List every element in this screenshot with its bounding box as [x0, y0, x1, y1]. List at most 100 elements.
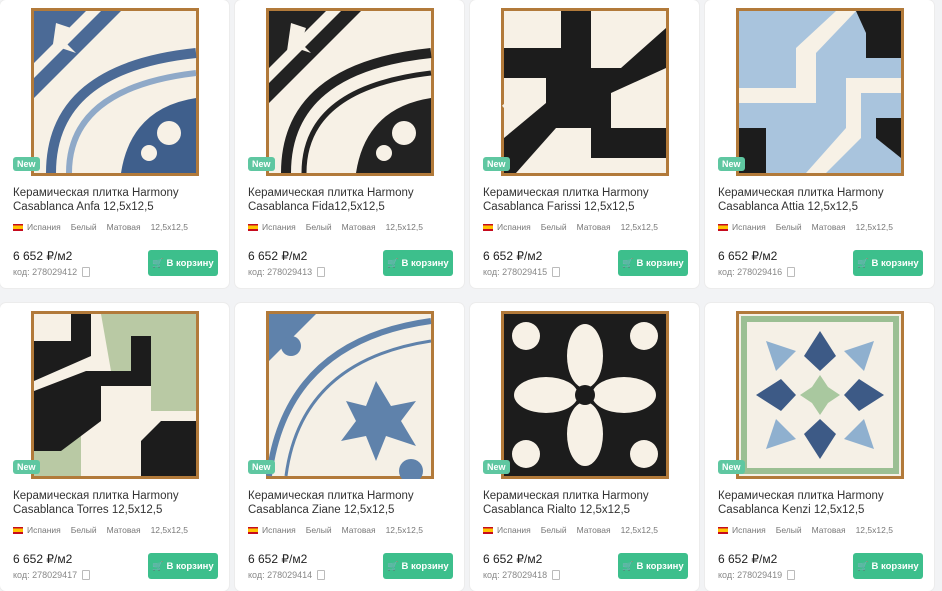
attr-finish: Матовая [811, 525, 846, 535]
title-line: Casablanca Ziane 12,5x12,5 [248, 504, 395, 516]
product-title[interactable]: Керамическая плитка Harmony Casablanca K… [718, 489, 923, 517]
attr-size: 12,5x12,5 [620, 525, 658, 535]
product-card[interactable]: New Керамическая плитка Harmony Casablan… [470, 303, 699, 591]
copy-icon[interactable] [317, 570, 326, 580]
product-title[interactable]: Керамическая плитка Harmony Casablanca F… [483, 186, 688, 214]
product-image[interactable] [736, 8, 904, 176]
attr-color: Белый [70, 222, 97, 232]
spain-flag-icon [483, 223, 493, 231]
product-price: 6 652 ₽/м2 [718, 249, 778, 263]
add-to-cart-button[interactable]: 🛒 В корзину [618, 250, 688, 276]
copy-icon[interactable] [787, 570, 796, 580]
copy-icon[interactable] [787, 267, 796, 277]
cart-icon: 🛒 [152, 257, 164, 268]
code-prefix: код: [248, 570, 265, 580]
copy-icon[interactable] [82, 267, 91, 277]
title-line: Casablanca Attia 12,5x12,5 [718, 201, 859, 213]
product-price: 6 652 ₽/м2 [248, 249, 308, 263]
product-attributes: Испания Белый Матовая 12,5x12,5 [248, 525, 433, 535]
cart-button-label: В корзину [401, 560, 449, 572]
product-image[interactable] [501, 8, 669, 176]
title-line: Керамическая плитка Harmony [718, 187, 884, 199]
attr-country: Испания [27, 222, 61, 232]
product-code: код: 278029416 [718, 267, 796, 277]
title-line: Керамическая плитка Harmony [248, 187, 414, 199]
attr-size: 12,5x12,5 [855, 222, 893, 232]
product-card[interactable]: New Керамическая плитка Harmony Casablan… [705, 0, 934, 288]
attr-finish: Матовая [106, 525, 141, 535]
code-prefix: код: [248, 267, 265, 277]
add-to-cart-button[interactable]: 🛒 В корзину [853, 553, 923, 579]
product-image[interactable] [501, 311, 669, 479]
attr-color: Белый [305, 222, 332, 232]
attr-country: Испания [497, 525, 531, 535]
add-to-cart-button[interactable]: 🛒 В корзину [618, 553, 688, 579]
product-code: код: 278029414 [248, 570, 326, 580]
product-image[interactable] [266, 311, 434, 479]
new-badge: New [718, 157, 745, 171]
copy-icon[interactable] [552, 570, 561, 580]
copy-icon[interactable] [552, 267, 561, 277]
new-badge: New [718, 460, 745, 474]
product-grid: New Керамическая плитка Harmony Casablan… [0, 0, 942, 591]
product-code: код: 278029417 [13, 570, 91, 580]
cart-icon: 🛒 [152, 560, 164, 571]
product-image[interactable] [266, 8, 434, 176]
cart-button-label: В корзину [401, 257, 449, 269]
spain-flag-icon [718, 526, 728, 534]
spain-flag-icon [13, 223, 23, 231]
product-title[interactable]: Керамическая плитка Harmony Casablanca F… [248, 186, 453, 214]
new-badge: New [13, 460, 40, 474]
add-to-cart-button[interactable]: 🛒 В корзину [148, 250, 218, 276]
attr-size: 12,5x12,5 [150, 525, 188, 535]
attr-color: Белый [305, 525, 332, 535]
code-prefix: код: [483, 267, 500, 277]
add-to-cart-button[interactable]: 🛒 В корзину [383, 250, 453, 276]
product-title[interactable]: Керамическая плитка Harmony Casablanca Z… [248, 489, 453, 517]
cart-icon: 🛒 [387, 257, 399, 268]
add-to-cart-button[interactable]: 🛒 В корзину [148, 553, 218, 579]
spain-flag-icon [483, 526, 493, 534]
attr-size: 12,5x12,5 [150, 222, 188, 232]
product-card[interactable]: New Керамическая плитка Harmony Casablan… [235, 0, 464, 288]
product-card[interactable]: New Керамическая плитка Harmony Casablan… [235, 303, 464, 591]
code-value: 278029418 [502, 570, 548, 580]
product-attributes: Испания Белый Матовая 12,5x12,5 [13, 525, 198, 535]
attr-country: Испания [497, 222, 531, 232]
code-value: 278029419 [737, 570, 783, 580]
copy-icon[interactable] [82, 570, 91, 580]
new-badge: New [483, 460, 510, 474]
attr-size: 12,5x12,5 [855, 525, 893, 535]
product-image[interactable] [736, 311, 904, 479]
product-card[interactable]: New Керамическая плитка Harmony Casablan… [0, 303, 229, 591]
product-image[interactable] [31, 8, 199, 176]
product-card[interactable]: New Керамическая плитка Harmony Casablan… [0, 0, 229, 288]
product-title[interactable]: Керамическая плитка Harmony Casablanca R… [483, 489, 688, 517]
product-title[interactable]: Керамическая плитка Harmony Casablanca A… [13, 186, 218, 214]
product-image[interactable] [31, 311, 199, 479]
product-code: код: 278029412 [13, 267, 91, 277]
code-value: 278029415 [502, 267, 548, 277]
code-value: 278029416 [737, 267, 783, 277]
product-attributes: Испания Белый Матовая 12,5x12,5 [483, 222, 668, 232]
attr-finish: Матовая [341, 222, 376, 232]
product-code: код: 278029415 [483, 267, 561, 277]
attr-size: 12,5x12,5 [385, 525, 423, 535]
product-card[interactable]: New Керамическая плитка Harmony Casablan… [705, 303, 934, 591]
product-attributes: Испания Белый Матовая 12,5x12,5 [13, 222, 198, 232]
product-title[interactable]: Керамическая плитка Harmony Casablanca A… [718, 186, 923, 214]
product-title[interactable]: Керамическая плитка Harmony Casablanca T… [13, 489, 218, 517]
cart-button-label: В корзину [871, 560, 919, 572]
code-value: 278029413 [267, 267, 313, 277]
cart-icon: 🛒 [857, 257, 869, 268]
product-code: код: 278029418 [483, 570, 561, 580]
add-to-cart-button[interactable]: 🛒 В корзину [853, 250, 923, 276]
code-prefix: код: [718, 570, 735, 580]
copy-icon[interactable] [317, 267, 326, 277]
new-badge: New [248, 157, 275, 171]
code-prefix: код: [483, 570, 500, 580]
attr-size: 12,5x12,5 [385, 222, 423, 232]
add-to-cart-button[interactable]: 🛒 В корзину [383, 553, 453, 579]
product-card[interactable]: New Керамическая плитка Harmony Casablan… [470, 0, 699, 288]
product-attributes: Испания Белый Матовая 12,5x12,5 [718, 525, 903, 535]
